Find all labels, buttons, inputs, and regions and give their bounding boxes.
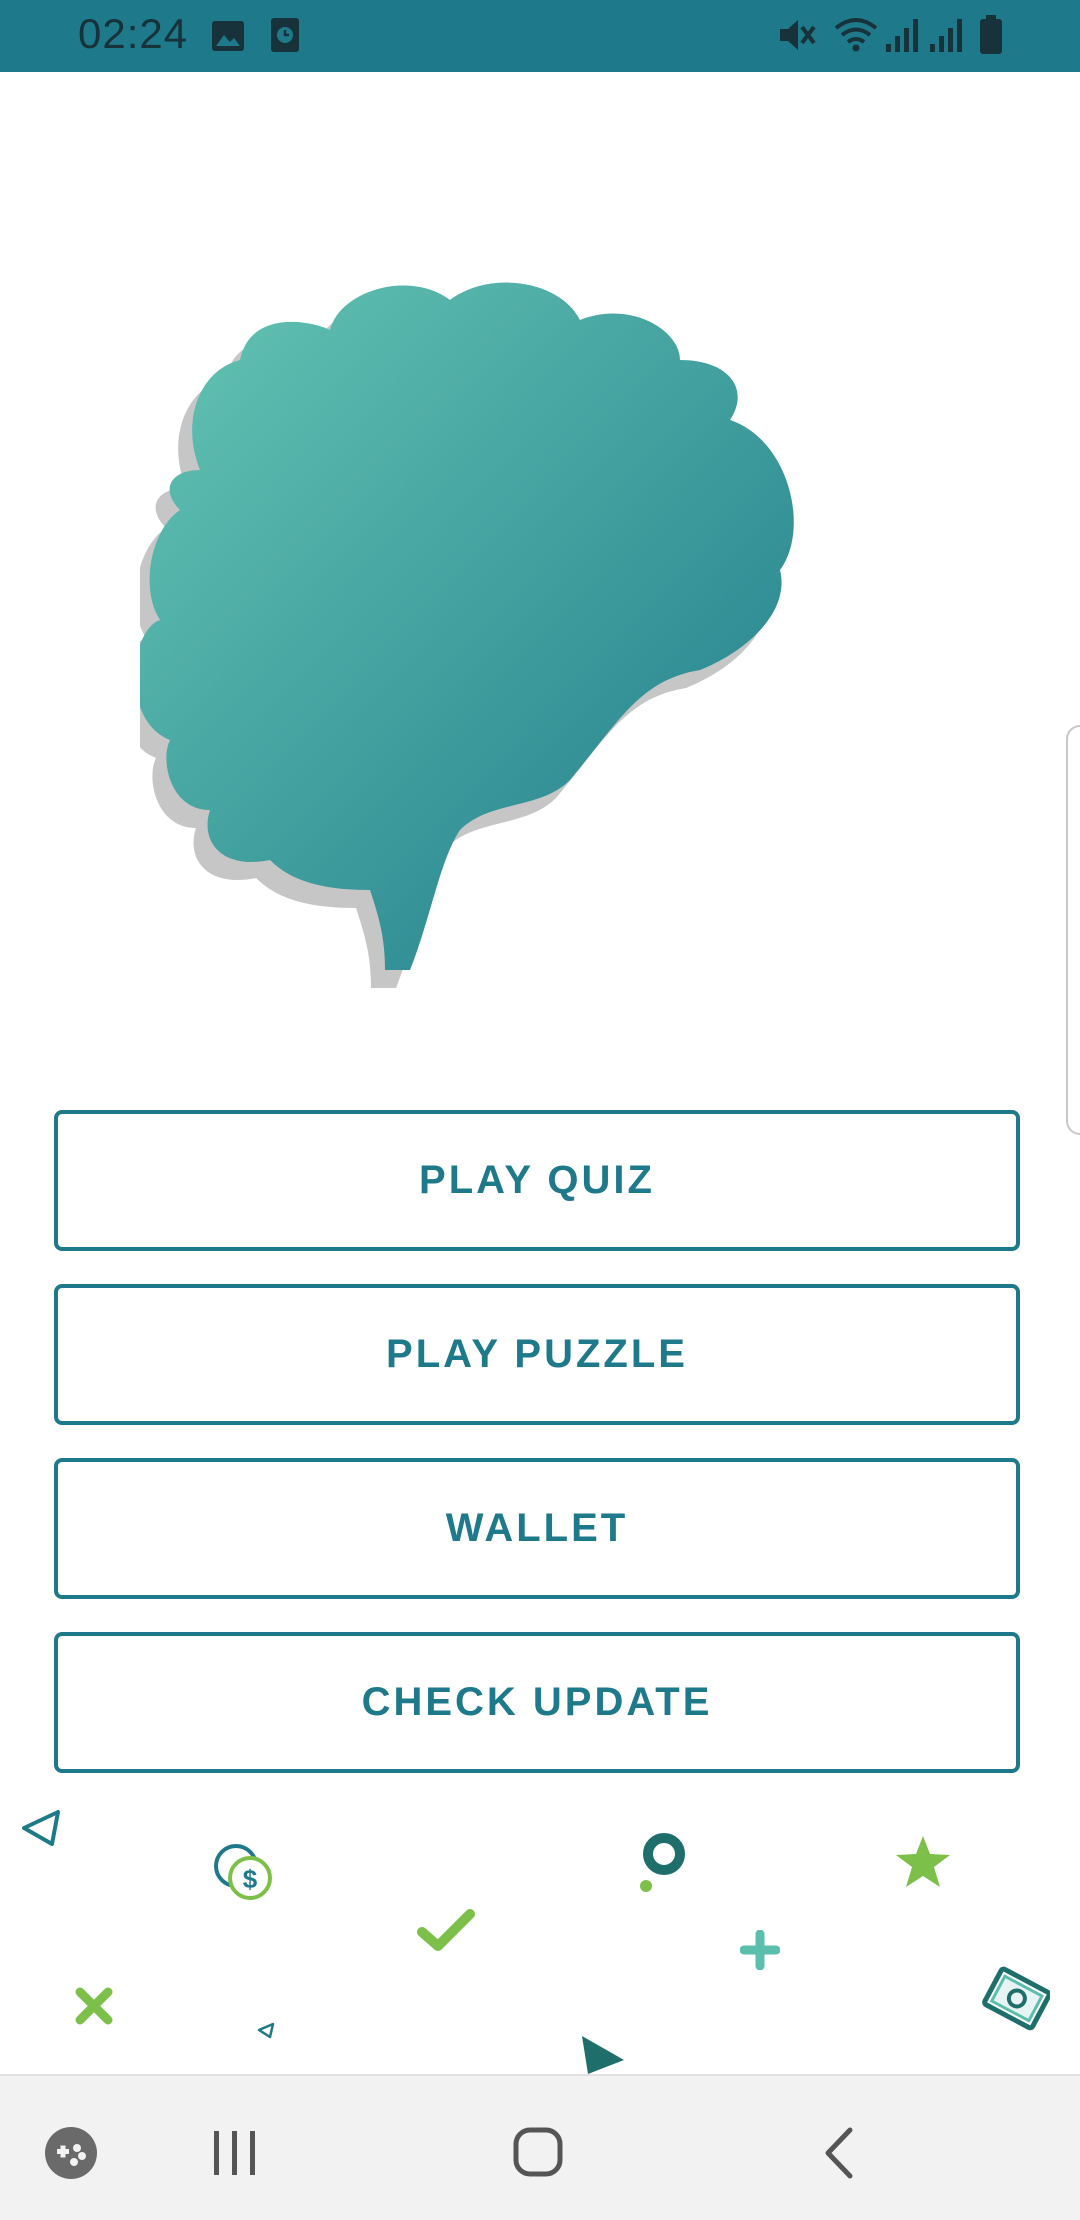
coins-icon: $ xyxy=(210,1840,276,1911)
status-time: 02:24 xyxy=(78,10,189,57)
signal-icon xyxy=(884,16,920,59)
wallet-button[interactable]: WALLET xyxy=(54,1458,1020,1599)
alarm-icon xyxy=(268,16,302,59)
triangle-outline-icon xyxy=(18,1806,64,1855)
small-triangle-icon xyxy=(256,2020,276,2045)
play-triangle-icon xyxy=(578,2034,626,2079)
ring-icon xyxy=(636,1828,696,1899)
image-icon xyxy=(210,18,246,59)
signal-icon xyxy=(928,16,964,59)
recent-apps-icon[interactable] xyxy=(210,2128,260,2183)
play-puzzle-button[interactable]: PLAY PUZZLE xyxy=(54,1284,1020,1425)
checkmark-icon xyxy=(416,1906,476,1959)
brain-logo-icon xyxy=(121,270,940,990)
status-bar: 02:24 xyxy=(0,0,1080,72)
wifi-icon xyxy=(832,14,880,61)
plus-icon xyxy=(739,1929,781,1975)
battery-icon xyxy=(978,14,1004,61)
check-update-button[interactable]: CHECK UPDATE xyxy=(54,1632,1020,1773)
play-quiz-button[interactable]: PLAY QUIZ xyxy=(54,1110,1020,1251)
money-icon xyxy=(980,1964,1052,2045)
navigation-bar xyxy=(0,2074,1080,2220)
cross-icon xyxy=(72,1984,116,2033)
mute-icon xyxy=(776,14,818,61)
star-icon xyxy=(894,1834,952,1895)
home-icon[interactable] xyxy=(512,2126,564,2183)
game-launcher-icon[interactable] xyxy=(44,2126,98,2185)
svg-text:$: $ xyxy=(243,1864,258,1894)
edge-panel-handle[interactable] xyxy=(1066,725,1080,1135)
back-icon[interactable] xyxy=(820,2126,860,2185)
